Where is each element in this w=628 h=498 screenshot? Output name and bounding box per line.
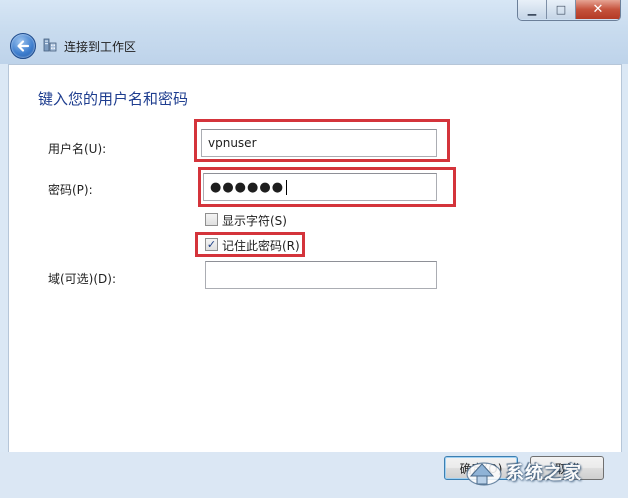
minimize-button[interactable]: ▁	[518, 0, 547, 19]
network-workplace-icon	[43, 38, 57, 52]
back-button[interactable]	[10, 33, 36, 59]
username-highlight	[194, 119, 450, 162]
close-icon: ✕	[592, 2, 604, 17]
username-label: 用户名(U):	[48, 142, 107, 156]
maximize-button[interactable]: □	[547, 0, 576, 19]
window-controls: ▁ □ ✕	[517, 0, 621, 21]
show-characters-checkbox[interactable]	[205, 213, 218, 226]
cancel-button[interactable]: 取消	[530, 456, 604, 480]
cancel-button-label: 取消	[554, 461, 579, 476]
remember-highlight	[195, 232, 305, 257]
domain-label: 域(可选)(D):	[48, 272, 117, 286]
password-highlight	[198, 167, 456, 207]
show-characters-label: 显示字符(S)	[222, 214, 287, 228]
password-label: 密码(P):	[48, 183, 93, 197]
ok-button[interactable]: 确定(O)	[444, 456, 518, 480]
maximize-icon: □	[555, 3, 567, 16]
minimize-icon: ▁	[527, 3, 537, 16]
wizard-title: 连接到工作区	[64, 40, 137, 54]
ok-button-label: 确定(O)	[459, 461, 503, 476]
page-heading: 键入您的用户名和密码	[38, 90, 189, 108]
close-button[interactable]: ✕	[576, 0, 620, 19]
domain-input[interactable]	[205, 261, 437, 289]
back-arrow-icon	[17, 40, 30, 52]
